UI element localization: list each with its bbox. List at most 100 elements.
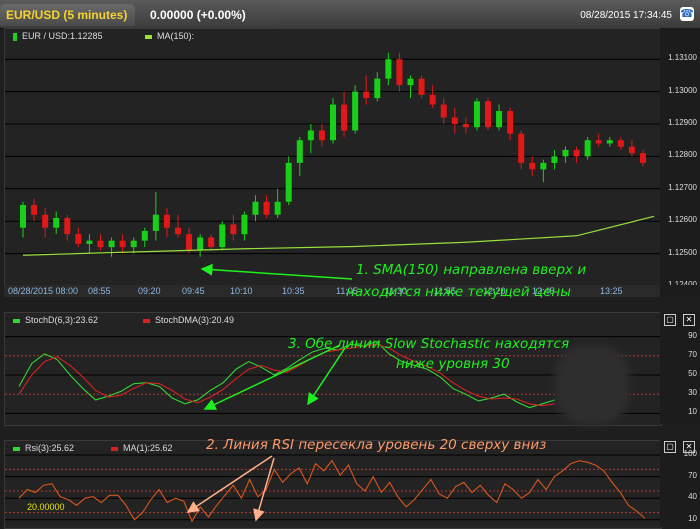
candle-body <box>374 78 381 99</box>
price-tab[interactable]: 0.00000 (+0.00%) <box>138 4 278 26</box>
candle-body <box>529 162 536 170</box>
time-axis-label: 10:35 <box>282 286 305 296</box>
candle-body <box>341 104 348 131</box>
price-y-tick: 1.13100 <box>668 53 697 63</box>
candle-body <box>197 237 204 251</box>
stoch-y-tick: 90 <box>688 330 697 340</box>
title-bar: EUR/USD (5 minutes) 0.00000 (+0.00%) 08/… <box>0 0 700 29</box>
candle-body <box>518 133 525 163</box>
candle-body <box>496 111 503 128</box>
candle-body <box>562 149 569 157</box>
annotation-stoch-2: ниже уровня 30 <box>396 356 510 372</box>
candle-body <box>31 205 38 215</box>
candle-body <box>64 217 71 235</box>
price-tab-label: 0.00000 (+0.00%) <box>150 8 246 22</box>
time-axis-label: 08:55 <box>88 286 111 296</box>
candle-body <box>573 149 580 157</box>
candle-body <box>451 117 458 124</box>
obscured-area <box>555 345 630 425</box>
candle-body <box>75 234 82 244</box>
candle-body <box>440 104 447 118</box>
candle-body <box>462 124 469 128</box>
time-axis-label: 10:10 <box>230 286 253 296</box>
stochastic-y-axis: 90 70 50 30 10 <box>660 312 700 424</box>
rsi-y-axis: 100 70 40 10 <box>660 440 700 527</box>
candle-body <box>152 214 159 231</box>
price-y-axis: 1.13100 1.13000 1.12900 1.12800 1.12700 1.126… <box>660 28 700 289</box>
close-icon[interactable]: ✕ <box>683 314 695 326</box>
candle-body <box>130 240 137 248</box>
candle-body <box>584 140 591 157</box>
symbol-tab-label: EUR/USD (5 minutes) <box>6 8 128 22</box>
candle-body <box>42 214 49 228</box>
phone-icon[interactable]: ☎ <box>680 7 694 21</box>
price-y-tick: 1.12700 <box>668 182 697 192</box>
candle-body <box>485 101 491 128</box>
candle-body <box>274 201 281 215</box>
candle-body <box>20 205 26 228</box>
candle-body <box>175 227 181 235</box>
candle-body <box>53 217 60 228</box>
annotation-sma-1: 1. SMA(150) направлена вверх и <box>356 262 587 278</box>
price-chart-plot <box>5 52 661 286</box>
stoch-y-tick: 70 <box>688 349 697 359</box>
candle-body <box>141 230 148 241</box>
candle-body <box>186 234 193 251</box>
candle-body <box>285 162 292 202</box>
price-y-tick: 1.13000 <box>668 85 697 95</box>
candle-body <box>396 59 403 86</box>
time-axis-label: 09:20 <box>138 286 161 296</box>
annotation-sma-2: находится ниже текущей цены <box>346 284 571 300</box>
candle-body <box>429 94 436 105</box>
candle-body <box>418 78 425 95</box>
candle-body <box>330 104 336 141</box>
annotation-rsi: 2. Линия RSI пересекла уровень 20 сверху… <box>206 437 547 453</box>
time-axis-label: 09:45 <box>182 286 205 296</box>
rsi-plot <box>5 454 661 523</box>
stoch-y-tick: 30 <box>688 388 697 398</box>
candle-body <box>473 101 480 128</box>
candle-body <box>617 140 624 147</box>
candle-body <box>352 91 359 131</box>
price-chart-pane[interactable]: EUR / USD:1.12285 MA(150): <box>4 28 662 287</box>
stoch-y-tick: 50 <box>688 369 697 378</box>
stoch-y-tick: 10 <box>688 407 697 417</box>
candle-body <box>385 59 392 79</box>
ma150-line <box>22 215 655 256</box>
candle-body <box>640 153 646 163</box>
candle-body <box>241 214 248 235</box>
candle-body <box>219 224 226 248</box>
rsi-y-tick: 10 <box>688 513 697 523</box>
price-y-tick: 1.12900 <box>668 118 697 127</box>
datetime: 08/28/2015 17:34:45 <box>580 10 672 21</box>
rsi-y-tick: 40 <box>688 492 697 502</box>
price-y-tick: 1.12800 <box>668 150 697 160</box>
price-y-tick: 1.12600 <box>668 215 697 225</box>
candle-body <box>318 130 325 141</box>
candle-body <box>595 140 602 144</box>
restore-icon[interactable]: ▢ <box>664 314 676 326</box>
axis-corner <box>660 285 700 297</box>
time-axis-label: 08/28/2015 08:00 <box>8 286 79 296</box>
restore-icon[interactable]: ▢ <box>664 441 676 453</box>
candle-body <box>363 91 370 99</box>
rsi-pane[interactable]: Rsi(3):25.62 MA(1):25.62 20.00000 <box>4 440 662 529</box>
rsi-y-tick: 70 <box>688 470 697 480</box>
candle-body <box>307 130 314 141</box>
candle-body <box>628 146 635 154</box>
rsi-line <box>18 459 646 523</box>
candle-body <box>86 240 93 244</box>
candle-body <box>296 140 303 163</box>
symbol-tab[interactable]: EUR/USD (5 minutes) <box>0 4 135 26</box>
candle-body <box>108 240 115 248</box>
candle-body <box>119 240 126 248</box>
candle-body <box>606 140 613 144</box>
candle-body <box>407 78 414 86</box>
candle-body <box>507 111 514 134</box>
candle-body <box>230 224 237 235</box>
close-icon[interactable]: ✕ <box>683 441 695 453</box>
annotation-stoch-1: 3. Обе линии Slow Stochastic находятся <box>288 336 570 352</box>
rsi-level-label: 20.00000 <box>27 502 65 512</box>
candle-body <box>97 240 104 248</box>
candle-body <box>263 201 270 215</box>
